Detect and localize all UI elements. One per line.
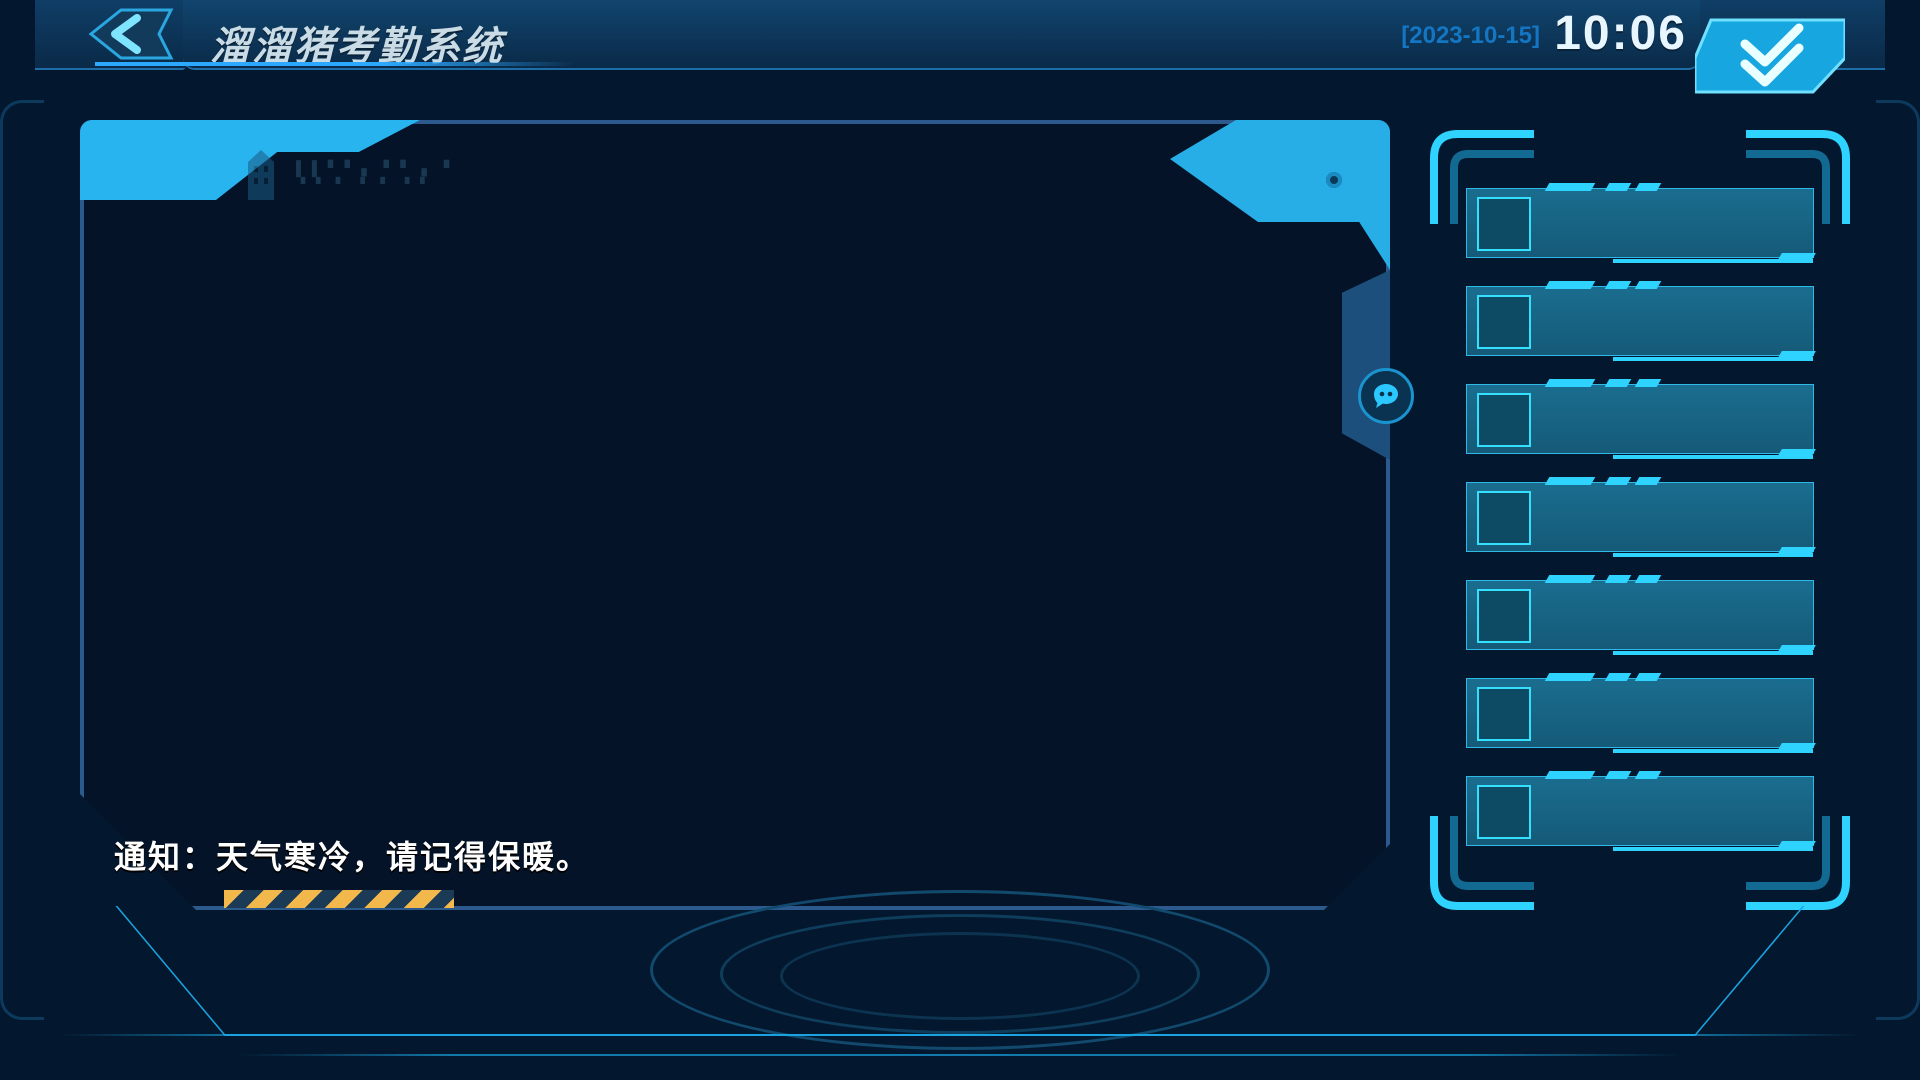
list-item-thumb	[1477, 687, 1531, 741]
confirm-button[interactable]	[1695, 14, 1845, 98]
list-item-tail-icon	[1613, 743, 1813, 753]
side-list-item[interactable]	[1466, 286, 1814, 356]
platform-wedge-right	[1375, 906, 1804, 1036]
building-icon	[244, 150, 278, 200]
header-bar: 溜溜猪考勤系统 [2023-10-15] 10:06	[35, 0, 1885, 84]
list-item-tail-icon	[1613, 645, 1813, 655]
list-item-tail-icon	[1613, 841, 1813, 851]
list-item-tick-icon	[1547, 771, 1777, 783]
viewport-emblem: ▌▌▘▘▖▝▝ ▖▝ ▝▝ ▘ ▘▝ ▝▝	[244, 150, 455, 200]
side-list-item[interactable]	[1466, 482, 1814, 552]
header-date: [2023-10-15]	[1401, 22, 1540, 50]
list-item-thumb	[1477, 197, 1531, 251]
status-dot-icon	[1326, 172, 1342, 188]
platform-wedge-left	[115, 906, 544, 1036]
platform-line-outer	[60, 1034, 1860, 1036]
title-underline	[95, 62, 575, 66]
list-item-tick-icon	[1547, 477, 1777, 489]
list-item-tick-icon	[1547, 281, 1777, 293]
side-list-item[interactable]	[1466, 384, 1814, 454]
list-item-thumb	[1477, 295, 1531, 349]
platform-ring-3	[780, 932, 1140, 1020]
list-item-tail-icon	[1613, 547, 1813, 557]
list-item-tick-icon	[1547, 673, 1777, 685]
frame-rail-right	[1876, 100, 1920, 1020]
list-item-tick-icon	[1547, 379, 1777, 391]
back-button[interactable]	[85, 6, 175, 62]
list-item-thumb	[1477, 589, 1531, 643]
notice-text: 通知：天气寒冷，请记得保暖。	[114, 832, 590, 878]
platform-line-inner	[240, 1054, 1680, 1056]
list-item-thumb	[1477, 785, 1531, 839]
side-list-panel	[1430, 130, 1850, 910]
emblem-text-2: ▝▝ ▘ ▘▝ ▝▝	[296, 177, 455, 191]
list-item-tick-icon	[1547, 575, 1777, 587]
viewport-fold-right	[1310, 270, 1390, 460]
platform-ring-1	[650, 890, 1270, 1050]
emblem-text-1: ▌▌▘▘▖▝▝ ▖▝	[296, 160, 455, 177]
list-item-tail-icon	[1613, 351, 1813, 361]
viewport-corner-br	[1322, 842, 1392, 912]
chat-bubble-icon	[1371, 381, 1401, 411]
platform-ring-2	[720, 914, 1200, 1034]
header-time: 10:06	[1554, 6, 1687, 61]
frame-rail-left	[0, 100, 44, 1020]
hazard-stripe-icon	[224, 890, 454, 908]
main-viewport: ▌▌▘▘▖▝▝ ▖▝ ▝▝ ▘ ▘▝ ▝▝ 通知：天气寒冷，请记得保暖。	[80, 120, 1390, 910]
chat-bubble-button[interactable]	[1358, 368, 1414, 424]
side-list-item[interactable]	[1466, 580, 1814, 650]
list-item-tail-icon	[1613, 253, 1813, 263]
side-list-items	[1466, 188, 1814, 852]
list-item-tail-icon	[1613, 449, 1813, 459]
side-list-item[interactable]	[1466, 678, 1814, 748]
side-list-item[interactable]	[1466, 776, 1814, 846]
list-item-thumb	[1477, 393, 1531, 447]
list-item-tick-icon	[1547, 183, 1777, 195]
side-list-item[interactable]	[1466, 188, 1814, 258]
list-item-thumb	[1477, 491, 1531, 545]
viewport-corner-tr	[1170, 120, 1390, 270]
